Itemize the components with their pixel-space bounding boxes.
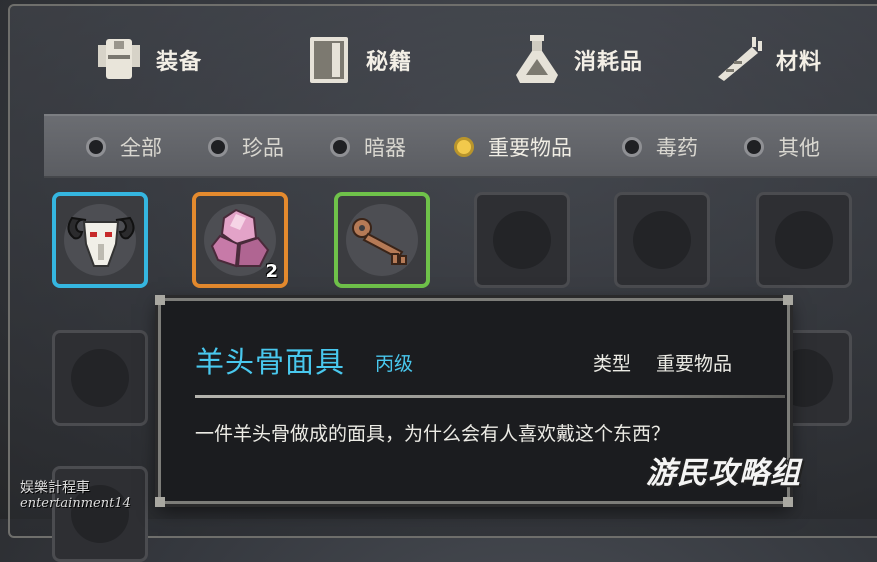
inventory-slot-empty[interactable]: [614, 192, 710, 288]
inventory-slot-empty[interactable]: [52, 330, 148, 426]
radio-icon: [330, 137, 350, 157]
tab-label: 秘籍: [366, 50, 413, 75]
item-type-value: 重要物品: [656, 353, 733, 375]
tab-consumables[interactable]: 消耗品: [510, 24, 643, 96]
item-type-label: 类型: [593, 353, 632, 375]
tab-equipment[interactable]: 装备: [92, 24, 202, 96]
corner-ornament: [155, 295, 165, 305]
filter-label: 暗器: [364, 136, 406, 160]
inventory-slot-empty[interactable]: [474, 192, 570, 288]
carrot-icon: [712, 33, 766, 87]
watermark-text: entertainment14: [20, 496, 131, 511]
filter-key-items[interactable]: 重要物品: [454, 134, 572, 160]
potion-icon: [510, 33, 564, 87]
item-description: 一件羊头骨做成的面具，为什么会有人喜欢戴这个东西？: [195, 423, 671, 445]
radio-selected-icon: [454, 137, 474, 157]
tab-secret-manual[interactable]: 秘籍: [302, 24, 412, 96]
filter-label: 毒药: [656, 136, 698, 160]
key-icon: [352, 218, 407, 265]
filter-treasure[interactable]: 珍品: [208, 134, 284, 160]
radio-icon: [208, 137, 228, 157]
inventory-slot[interactable]: [52, 192, 148, 288]
tooltip-divider: [195, 395, 785, 398]
filter-hidden-weapon[interactable]: 暗器: [330, 134, 406, 160]
watermark-right: 游民攻略组: [646, 456, 801, 491]
ram-skull-mask-icon: [67, 216, 135, 267]
corner-ornament: [783, 295, 793, 305]
filter-poison[interactable]: 毒药: [622, 134, 698, 160]
inventory-slot[interactable]: 2: [192, 192, 288, 288]
inventory-slot[interactable]: [334, 192, 430, 288]
filter-label: 珍品: [242, 136, 284, 160]
filter-label: 其他: [778, 136, 820, 160]
radio-icon: [744, 137, 764, 157]
watermark-text: 娱樂計程車: [20, 480, 90, 496]
tab-label: 材料: [776, 50, 823, 75]
corner-ornament: [155, 497, 165, 507]
item-count: 2: [265, 261, 278, 282]
filter-label: 重要物品: [488, 136, 572, 160]
tab-label: 消耗品: [574, 50, 644, 75]
radio-icon: [86, 137, 106, 157]
tab-materials[interactable]: 材料: [712, 24, 822, 96]
filter-all[interactable]: 全部: [86, 134, 162, 160]
tab-label: 装备: [156, 50, 203, 75]
radio-icon: [622, 137, 642, 157]
item-grade: 丙级: [375, 353, 414, 375]
corner-ornament: [783, 497, 793, 507]
book-icon: [302, 33, 356, 87]
armor-icon: [92, 33, 146, 87]
watermark-left: 娱樂計程車 entertainment14: [20, 480, 131, 512]
filter-other[interactable]: 其他: [744, 134, 820, 160]
inventory-slot-empty[interactable]: [756, 192, 852, 288]
item-name: 羊头骨面具: [195, 345, 346, 379]
filter-label: 全部: [120, 136, 162, 160]
filter-bar: 全部 珍品 暗器 重要物品 毒药 其他: [44, 114, 877, 178]
